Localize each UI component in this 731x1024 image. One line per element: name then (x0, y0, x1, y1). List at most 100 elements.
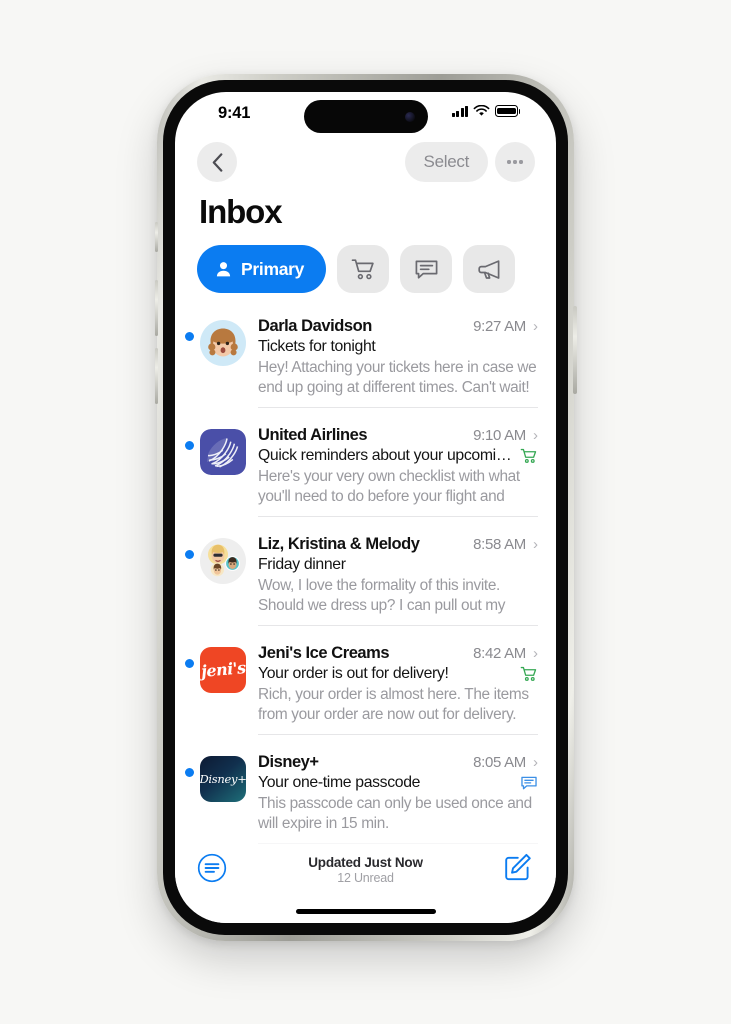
row-separator (258, 842, 538, 844)
chat-bubble-icon (415, 260, 438, 279)
device-bezel: 9:41 Select Inbox Primary Darla Davidson… (163, 80, 568, 935)
mail-tag-icon-slot (520, 666, 538, 682)
mail-row[interactable]: Liz, Kristina & Melody 8:58 AM › Friday … (175, 526, 556, 635)
row-separator (258, 624, 538, 626)
mail-row-body: Liz, Kristina & Melody 8:58 AM › Friday … (258, 535, 538, 626)
updated-label: Updated Just Now (308, 855, 423, 870)
bottom-toolbar: Updated Just Now 12 Unread (175, 849, 556, 923)
mail-sender: Disney+ (258, 752, 319, 771)
compose-icon (505, 853, 531, 881)
shopping-cart-icon (520, 448, 537, 463)
disney-plus-logo-icon: Disney+ (200, 771, 246, 786)
person-icon (216, 261, 231, 276)
power-button[interactable] (573, 306, 577, 394)
mail-subject: Your order is out for delivery! (258, 664, 449, 682)
avatar: Disney+ (200, 755, 246, 802)
chevron-right-icon: › (533, 644, 538, 662)
avatar (200, 428, 246, 475)
megaphone-icon (477, 259, 500, 279)
jenis-logo-icon: jeni's (200, 658, 246, 682)
select-button[interactable]: Select (404, 142, 488, 182)
unread-count-label: 12 Unread (337, 871, 394, 885)
mail-row-body: United Airlines 9:10 AM › Quick reminder… (258, 426, 538, 517)
compose-button[interactable] (504, 853, 532, 886)
dynamic-island (303, 100, 428, 133)
tab-updates[interactable] (400, 245, 453, 293)
page-title: Inbox (199, 193, 283, 230)
chevron-left-icon (212, 152, 222, 172)
mail-row[interactable]: Disney+ Disney+ 8:05 AM › Your one-time … (175, 744, 556, 849)
chevron-right-icon: › (533, 318, 538, 335)
mail-subject: Quick reminders about your upcoming… (258, 446, 512, 464)
avatar (200, 320, 246, 366)
sync-status: Updated Just Now 12 Unread (308, 855, 423, 885)
mail-sender: Jeni's Ice Creams (258, 643, 390, 662)
avatar-group (200, 537, 246, 584)
tab-transactions[interactable] (337, 245, 390, 293)
avatar-wrap (200, 320, 246, 408)
iphone-device: 9:41 Select Inbox Primary Darla Davidson… (154, 74, 577, 941)
volume-up-button[interactable] (154, 280, 158, 336)
group-memoji-icon (208, 544, 240, 577)
tab-promotions[interactable] (463, 245, 516, 293)
mail-row[interactable]: Darla Davidson 9:27 AM › Tickets for ton… (175, 308, 556, 417)
category-tab-bar: Primary (197, 245, 516, 293)
mail-subject: Your one-time passcode (258, 773, 421, 791)
battery-full-icon (495, 105, 521, 117)
mail-sender: United Airlines (258, 425, 368, 444)
mail-time: 8:05 AM (473, 753, 526, 771)
volume-down-button[interactable] (154, 348, 158, 404)
mail-row[interactable]: jeni's Jeni's Ice Creams 8:42 AM › Your … (175, 635, 556, 744)
avatar: jeni's (200, 646, 246, 693)
unread-indicator (185, 767, 194, 777)
tab-primary-label: Primary (241, 258, 305, 279)
mail-row-body: Disney+ 8:05 AM › Your one-time passcode (258, 753, 538, 844)
shopping-cart-icon (351, 258, 374, 279)
ellipsis-icon (507, 160, 523, 164)
avatar-wrap: Disney+ (200, 755, 246, 844)
mail-preview: Rich, your order is almost here. The ite… (258, 685, 529, 724)
filter-button[interactable] (197, 853, 227, 888)
device-screen: 9:41 Select Inbox Primary Darla Davidson… (175, 92, 556, 923)
home-indicator[interactable] (295, 909, 436, 914)
unread-indicator (185, 332, 194, 341)
navigation-bar: Select (175, 138, 556, 190)
unread-indicator (185, 658, 194, 668)
cellular-signal-icon (452, 105, 468, 117)
action-button[interactable] (154, 222, 158, 252)
row-separator (258, 406, 538, 408)
tab-primary[interactable]: Primary (197, 245, 327, 293)
mail-preview: Hey! Attaching your tickets here in case… (258, 359, 537, 397)
mail-preview: Here's your very own checklist with what… (258, 467, 520, 506)
mail-time: 8:42 AM (473, 644, 526, 662)
mail-tag-icon-slot (520, 775, 538, 791)
mail-time: 9:10 AM (473, 426, 526, 444)
mail-sender: Darla Davidson (258, 317, 372, 335)
status-clock: 9:41 (218, 104, 251, 122)
mail-subject: Tickets for tonight (258, 338, 376, 355)
mail-subject: Friday dinner (258, 555, 346, 573)
mail-time: 8:58 AM (473, 535, 526, 553)
row-separator (258, 733, 538, 735)
chevron-right-icon: › (533, 535, 538, 553)
mail-preview: Wow, I love the formality of this invite… (258, 576, 506, 615)
united-airlines-logo-icon (200, 428, 246, 475)
back-button[interactable] (197, 142, 237, 182)
avatar-wrap: jeni's (200, 646, 246, 735)
screenshot-canvas: 9:41 Select Inbox Primary Darla Davidson… (0, 0, 731, 1024)
mail-row[interactable]: United Airlines 9:10 AM › Quick reminder… (175, 417, 556, 526)
mail-sender: Liz, Kristina & Melody (258, 534, 420, 553)
memoji-darla-icon (208, 328, 238, 357)
avatar-wrap (200, 428, 246, 517)
filter-icon (197, 853, 227, 883)
status-indicators (452, 105, 521, 117)
more-options-button[interactable] (495, 142, 535, 182)
chevron-right-icon: › (533, 753, 538, 771)
avatar-wrap (200, 537, 246, 626)
mail-time: 9:27 AM (473, 318, 526, 335)
mail-list[interactable]: Darla Davidson 9:27 AM › Tickets for ton… (175, 308, 556, 849)
row-separator (258, 515, 538, 517)
chat-bubble-icon (521, 776, 537, 790)
chevron-right-icon: › (533, 426, 538, 444)
unread-indicator (185, 440, 194, 450)
